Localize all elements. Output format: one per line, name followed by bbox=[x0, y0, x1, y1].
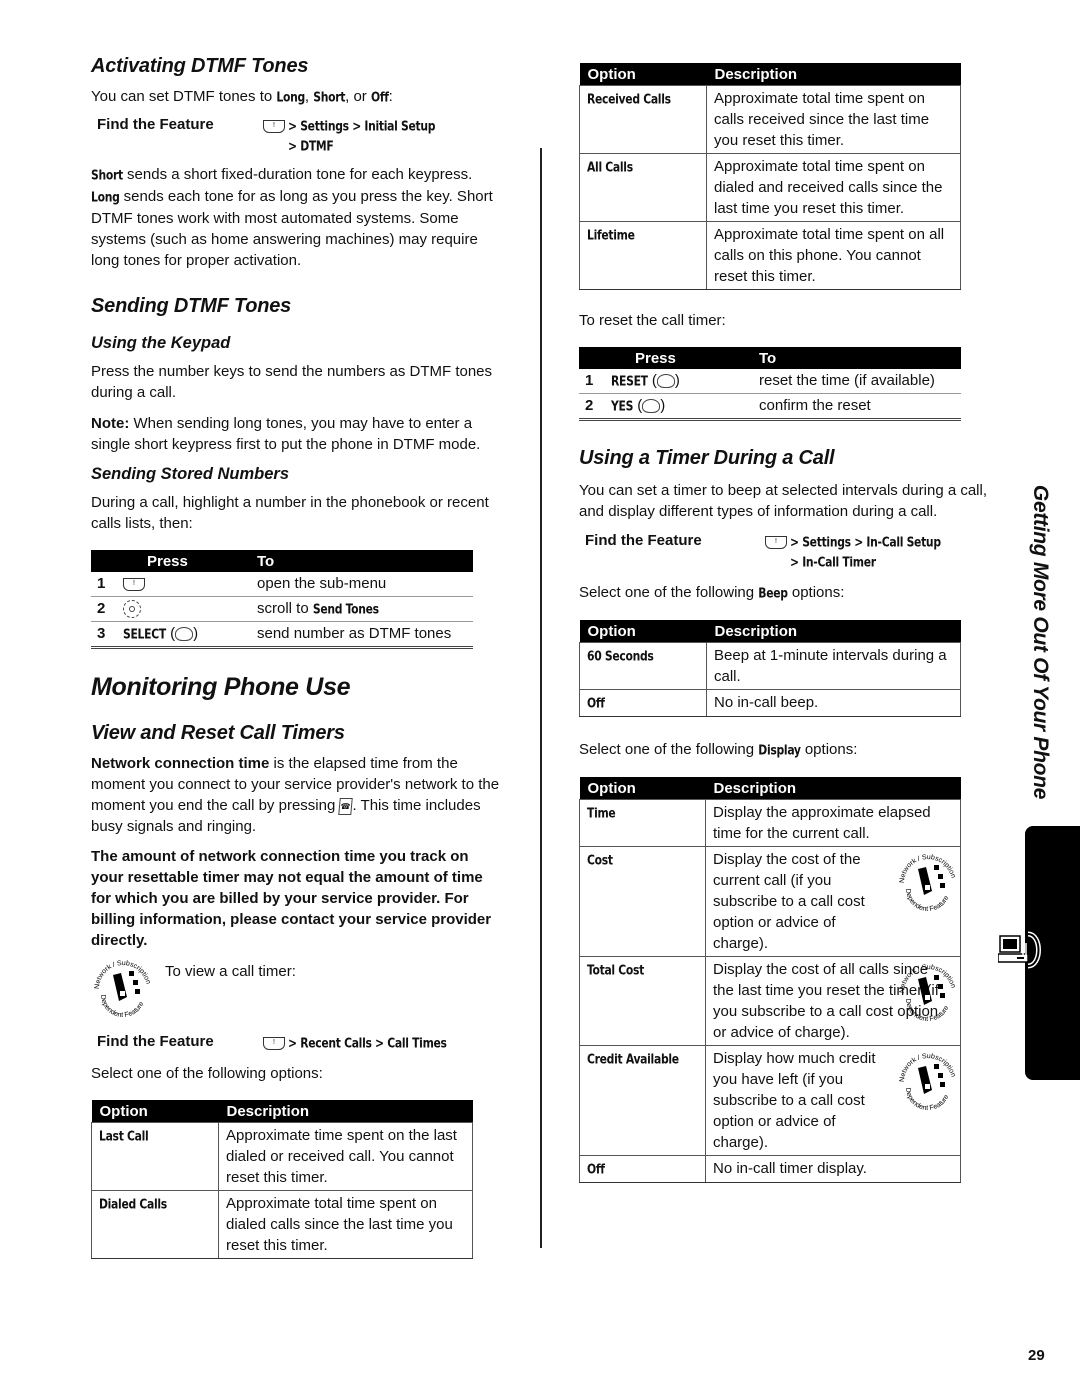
display-options-text: Select one of the following Display opti… bbox=[579, 741, 858, 758]
right-softkey-icon bbox=[175, 627, 194, 642]
subsection-title-stored: Sending Stored Numbers bbox=[91, 465, 290, 483]
find-the-feature-in-call-timer: Find the Feature ! > Settings > In-Call S… bbox=[585, 532, 941, 570]
call-timer-options-table-continued: Option Description Received Calls Approxim… bbox=[579, 63, 961, 290]
menu-key-icon: ! bbox=[765, 535, 787, 549]
subsection-title-keypad: Using the Keypad bbox=[91, 334, 231, 352]
find-the-feature-call-times: Find the Feature ! > Recent Calls > Call … bbox=[97, 1033, 447, 1051]
end-key-icon: ☎ bbox=[338, 797, 354, 815]
menu-item-long: Long bbox=[276, 89, 305, 105]
chapter-title-monitoring: Monitoring Phone Use bbox=[91, 673, 351, 701]
press-table-reset: Press To 1 RESET () reset the time (if av… bbox=[579, 347, 961, 421]
section-title-call-timers: View and Reset Call Timers bbox=[91, 722, 345, 744]
left-column: Activating DTMF Tones You can set DTMF t… bbox=[91, 55, 503, 1259]
call-timer-options-table: Option Description Last Call Approximate t… bbox=[91, 1100, 473, 1259]
view-timer-block: Network / Subscription Dependent Feature… bbox=[91, 955, 503, 1019]
table-row: Off No in-call beep. bbox=[579, 689, 961, 717]
computer-phone-icon bbox=[997, 926, 1058, 976]
table-row: Total Cost Display the cost of all calls … bbox=[579, 956, 961, 1046]
stored-text: During a call, highlight a number in the… bbox=[91, 494, 489, 532]
note-text: Note: When sending long tones, you may h… bbox=[91, 415, 481, 453]
keypad-text: Press the number keys to send the number… bbox=[91, 363, 493, 401]
find-the-feature-label: Find the Feature bbox=[97, 116, 214, 133]
table-row: Dialed Calls Approximate total time spent… bbox=[91, 1190, 473, 1259]
table-row: Lifetime Approximate total time spent on … bbox=[579, 221, 961, 290]
beep-options-table: Option Description 60 Seconds Beep at 1-mi… bbox=[579, 620, 961, 717]
menu-item-off: Off bbox=[370, 89, 389, 105]
table-row: All Calls Approximate total time spent on… bbox=[579, 153, 961, 222]
table-row: 2 scroll to Send Tones bbox=[91, 596, 473, 622]
section-title-activating-dtmf: Activating DTMF Tones bbox=[91, 55, 309, 77]
feature-path: ! > Settings > Initial Setup > DTMF bbox=[263, 116, 436, 156]
menu-key-icon: ! bbox=[123, 577, 145, 591]
table-row: 3 SELECT () send number as DTMF tones bbox=[91, 621, 473, 649]
menu-key-icon: ! bbox=[263, 119, 285, 133]
section-title-timer-during-call: Using a Timer During a Call bbox=[579, 447, 835, 469]
network-subscription-feature-icon: Network / Subscription Dependent Feature bbox=[896, 1048, 960, 1112]
network-connection-text: Network connection time is the elapsed t… bbox=[91, 755, 500, 835]
network-subscription-feature-icon: Network / Subscription Dependent Feature bbox=[896, 959, 960, 1023]
table-row: Off No in-call timer display. bbox=[579, 1155, 961, 1183]
page-number: 29 bbox=[1028, 1347, 1045, 1364]
table-row: 60 Seconds Beep at 1-minute intervals dur… bbox=[579, 642, 961, 690]
table-row: 1 ! open the sub-menu bbox=[91, 572, 473, 597]
billing-warning: The amount of network connection time yo… bbox=[91, 848, 492, 949]
section-title-sending-dtmf: Sending DTMF Tones bbox=[91, 295, 292, 317]
short-description: Short sends a short fixed-duration tone … bbox=[91, 166, 493, 269]
nav-key-icon bbox=[123, 600, 141, 619]
activating-intro: You can set DTMF tones to Long, Short, o… bbox=[91, 86, 503, 108]
during-call-intro: You can set a timer to beep at selected … bbox=[579, 482, 988, 520]
table-row: 2 YES () confirm the reset bbox=[579, 393, 961, 421]
find-the-feature-dtmf: Find the Feature ! > Settings > Initial S… bbox=[97, 116, 503, 156]
beep-options-text: Select one of the following Beep options… bbox=[579, 584, 845, 601]
network-subscription-feature-icon: Network / Subscription Dependent Feature bbox=[896, 849, 960, 913]
table-row: Time Display the approximate elapsed time… bbox=[579, 799, 961, 847]
right-softkey-icon bbox=[656, 374, 675, 389]
column-divider bbox=[540, 148, 542, 1248]
reset-timer-text: To reset the call timer: bbox=[579, 312, 726, 329]
menu-key-icon: ! bbox=[263, 1036, 285, 1050]
table-row: Last Call Approximate time spent on the l… bbox=[91, 1122, 473, 1191]
table-row: Received Calls Approximate total time spe… bbox=[579, 85, 961, 154]
menu-item-short: Short bbox=[313, 89, 346, 105]
press-table-send-tones: Press To 1 ! open the sub-menu 2 scroll t… bbox=[91, 550, 473, 649]
table-row: Cost Display the cost of the current call… bbox=[579, 846, 961, 957]
table-row: Credit Available Display how much credit … bbox=[579, 1045, 961, 1156]
table-row: 1 RESET () reset the time (if available) bbox=[579, 369, 961, 394]
right-column: Option Description Received Calls Approxim… bbox=[579, 63, 991, 1183]
select-options-text: Select one of the following options: bbox=[91, 1065, 323, 1082]
left-softkey-icon bbox=[642, 399, 661, 414]
chapter-tab-label: Getting More Out Of Your Phone bbox=[1029, 484, 1052, 800]
network-subscription-feature-icon: Network / Subscription Dependent Feature bbox=[91, 955, 155, 1019]
display-options-table: Option Description Time Display the approx… bbox=[579, 777, 961, 1183]
